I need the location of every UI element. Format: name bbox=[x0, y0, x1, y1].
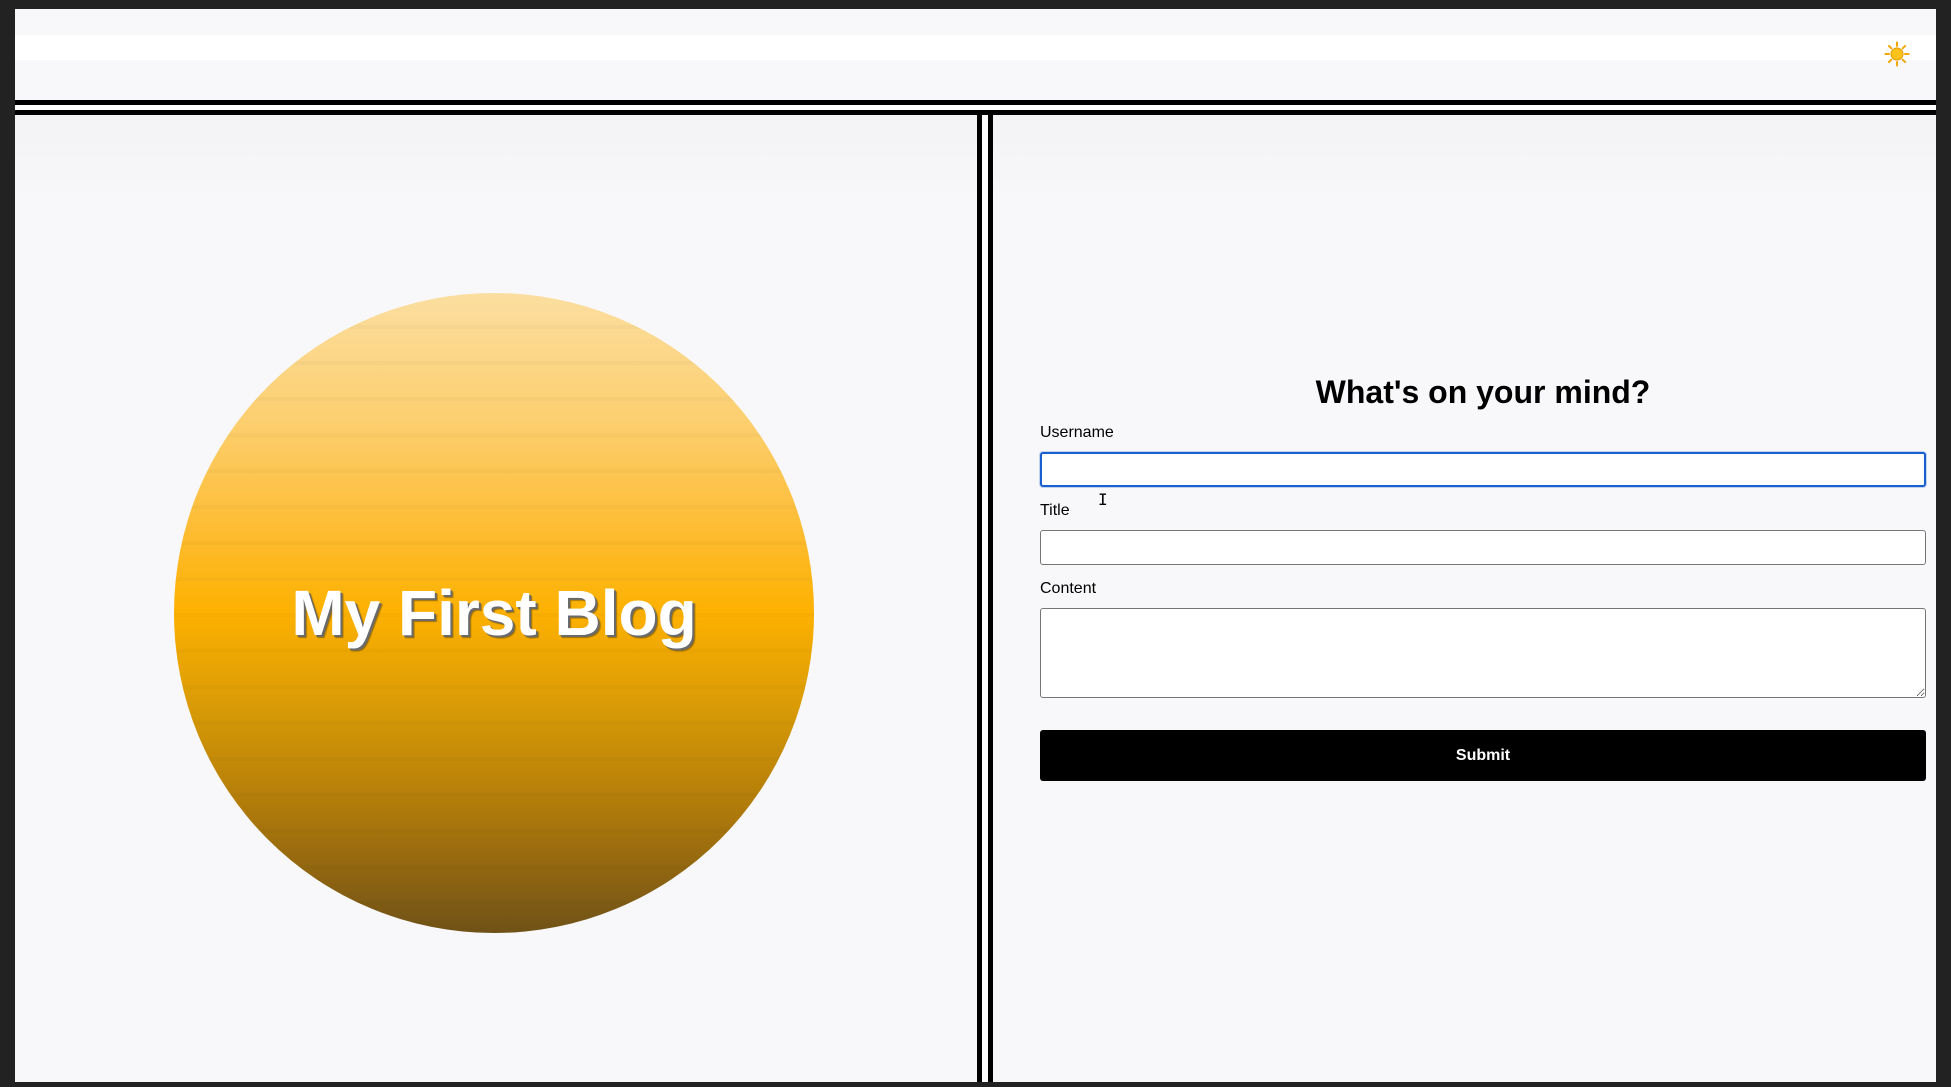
form-heading: What's on your mind? bbox=[1315, 374, 1651, 410]
username-label: Username bbox=[1040, 424, 1114, 441]
form-panel: What's on your mind? Username Title Cont… bbox=[993, 115, 1936, 1082]
site-header bbox=[15, 9, 1936, 101]
panel-divider bbox=[977, 115, 993, 1082]
browser-viewport: My First Blog What's on your mind? Usern… bbox=[15, 9, 1936, 1082]
title-label: Title bbox=[1040, 502, 1070, 519]
sun-icon bbox=[1884, 41, 1910, 67]
content-label: Content bbox=[1040, 580, 1097, 597]
submit-button[interactable]: Submit bbox=[1040, 730, 1926, 781]
blog-logo-circle: My First Blog bbox=[174, 293, 814, 933]
new-post-form: What's on your mind? Username Title Cont… bbox=[1040, 372, 1926, 781]
header-divider bbox=[15, 100, 1936, 115]
theme-toggle-button[interactable] bbox=[1882, 39, 1912, 69]
username-input[interactable] bbox=[1040, 452, 1926, 487]
blog-title: My First Blog bbox=[291, 577, 697, 649]
header-band bbox=[15, 35, 1936, 60]
content-textarea[interactable] bbox=[1040, 608, 1926, 698]
hero-panel: My First Blog bbox=[15, 115, 977, 1082]
title-input[interactable] bbox=[1040, 530, 1926, 565]
